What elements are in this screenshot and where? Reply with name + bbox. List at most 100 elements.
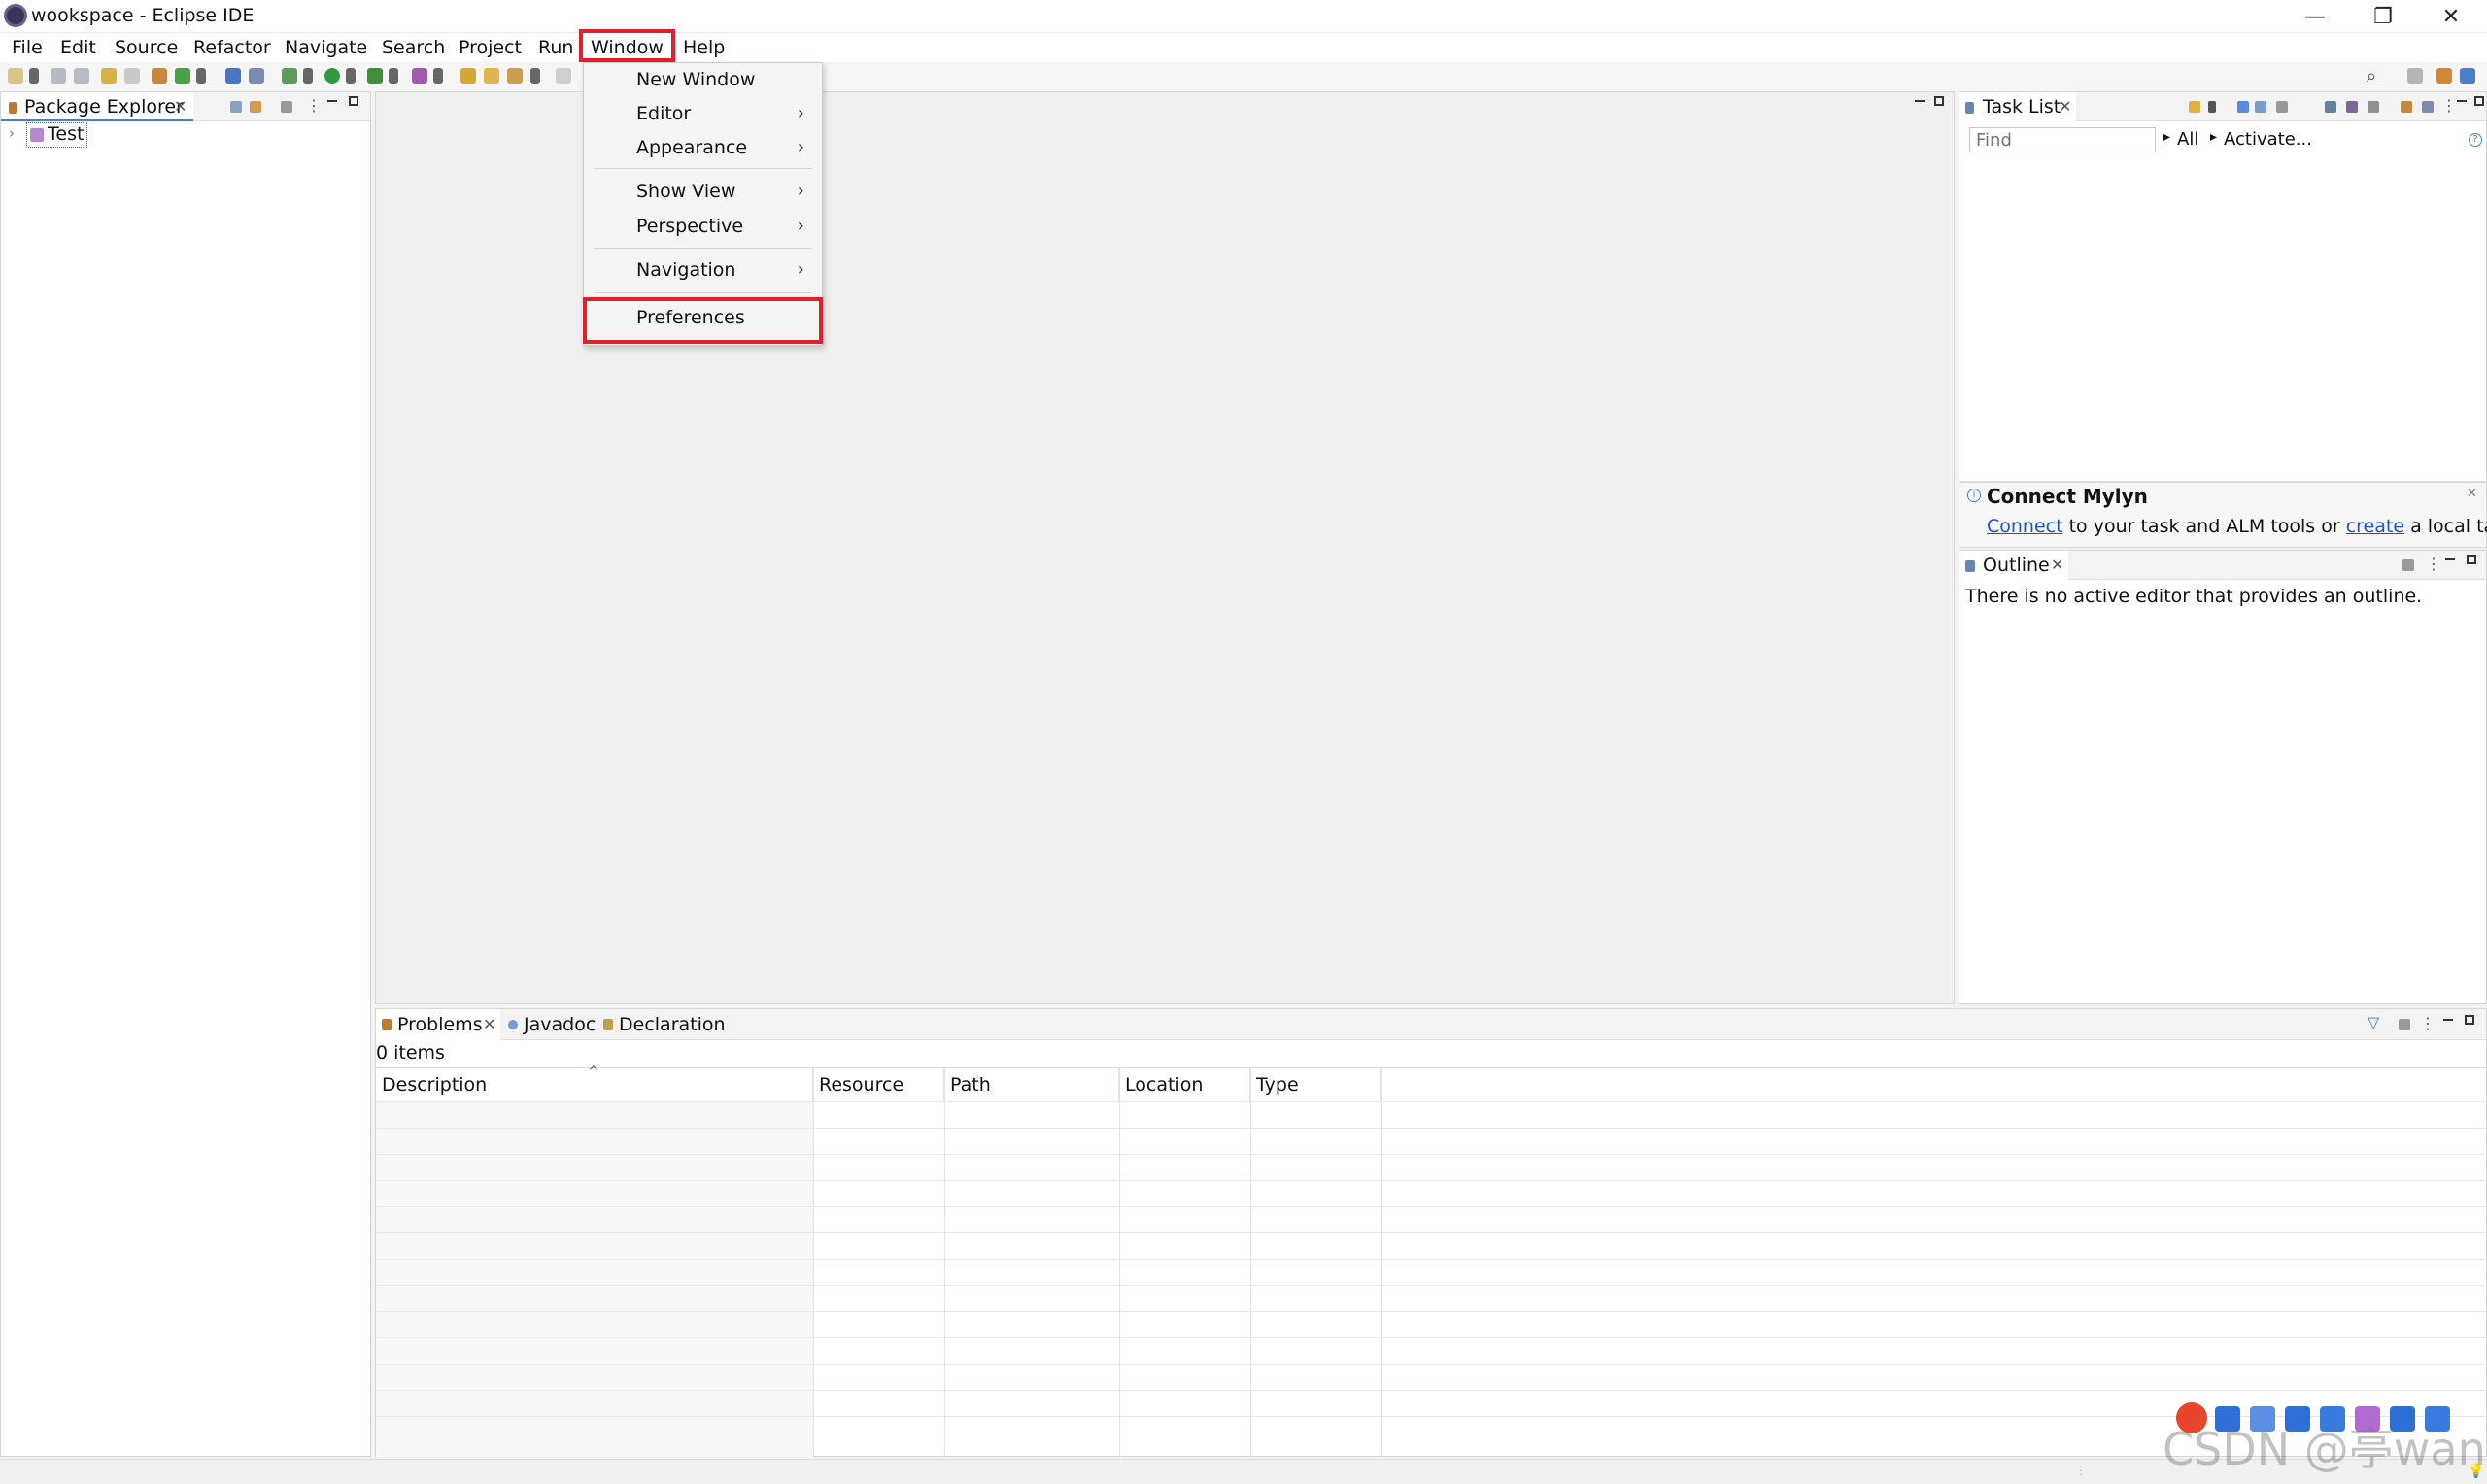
- minimize-icon[interactable]: [2457, 100, 2467, 102]
- open-task-icon[interactable]: [484, 68, 499, 84]
- sync-icon[interactable]: [2401, 101, 2412, 113]
- close-icon[interactable]: ✕: [174, 97, 187, 116]
- undo-icon[interactable]: [101, 68, 117, 84]
- filter-icon[interactable]: ▽: [2368, 1013, 2379, 1031]
- task-find-input[interactable]: [1969, 127, 2156, 152]
- external-tools-dropdown-icon[interactable]: [433, 68, 443, 84]
- close-window-button[interactable]: ✕: [2417, 0, 2485, 33]
- categorized-icon[interactable]: [2237, 101, 2249, 113]
- dismiss-icon[interactable]: ✕: [2467, 487, 2477, 501]
- new-package-icon[interactable]: [175, 68, 190, 84]
- minimize-icon[interactable]: [327, 100, 337, 102]
- column-header-type[interactable]: Type: [1250, 1068, 1381, 1101]
- maximize-icon[interactable]: [349, 96, 358, 106]
- filter-icon[interactable]: [2402, 559, 2414, 571]
- create-link[interactable]: create: [2346, 516, 2404, 537]
- filter-icon[interactable]: [281, 101, 292, 113]
- column-header-location[interactable]: Location: [1119, 1068, 1250, 1101]
- editor-maximize-icon[interactable]: [1934, 96, 1944, 106]
- menu-item-navigation[interactable]: Navigation ›: [584, 253, 822, 287]
- maximize-icon[interactable]: [2465, 1015, 2474, 1025]
- open-type-icon[interactable]: [225, 68, 241, 84]
- menu-file[interactable]: File: [6, 33, 49, 62]
- debug-icon[interactable]: [282, 68, 297, 84]
- editor-minimize-icon[interactable]: [1915, 100, 1925, 102]
- tab-declaration[interactable]: Declaration: [603, 1009, 749, 1040]
- new-java-project-icon[interactable]: [152, 68, 167, 84]
- new-dropdown-icon[interactable]: [29, 68, 39, 84]
- menu-item-perspective[interactable]: Perspective ›: [584, 210, 822, 243]
- collapse-all-icon[interactable]: [230, 101, 242, 113]
- activate-link[interactable]: Activate...: [2224, 129, 2312, 150]
- expand-arrow-icon[interactable]: ›: [9, 124, 15, 142]
- new-task-icon[interactable]: [2189, 101, 2200, 113]
- expand-tasks-icon[interactable]: [2368, 101, 2379, 113]
- link-with-editor-icon[interactable]: [250, 101, 261, 113]
- navigate-icon[interactable]: [556, 68, 571, 84]
- focus-icon[interactable]: [2276, 101, 2288, 113]
- run-dropdown-icon[interactable]: [346, 68, 356, 84]
- menu-item-appearance[interactable]: Appearance ›: [584, 131, 822, 164]
- menu-navigate[interactable]: Navigate: [279, 33, 373, 62]
- activate-dropdown-icon[interactable]: ▸: [2210, 129, 2217, 145]
- menu-run[interactable]: Run: [532, 33, 579, 62]
- menu-item-editor[interactable]: Editor ›: [584, 97, 822, 130]
- annotation-dropdown-icon[interactable]: [530, 68, 540, 84]
- run-icon[interactable]: [324, 68, 340, 84]
- all-dropdown-icon[interactable]: ▸: [2163, 129, 2170, 145]
- menu-help[interactable]: Help: [677, 33, 731, 62]
- minimize-icon[interactable]: [2443, 1019, 2453, 1021]
- save-all-icon[interactable]: [74, 68, 89, 84]
- debug-dropdown-icon[interactable]: [303, 68, 313, 84]
- restore-button[interactable]: ❐: [2349, 0, 2417, 33]
- coverage-dropdown-icon[interactable]: [389, 68, 398, 84]
- annotation-icon[interactable]: [507, 68, 523, 84]
- sync-icon[interactable]: [2399, 1019, 2410, 1030]
- search-icon[interactable]: ⌕: [2367, 66, 2376, 86]
- external-tools-icon[interactable]: [412, 68, 427, 84]
- tab-problems[interactable]: Problems ✕: [376, 1009, 500, 1040]
- menu-edit[interactable]: Edit: [54, 33, 102, 62]
- minimize-button[interactable]: —: [2281, 0, 2349, 33]
- menu-item-new-window[interactable]: New Window: [584, 63, 822, 96]
- view-menu-icon[interactable]: ⋮: [2420, 1014, 2436, 1032]
- hide-completed-icon[interactable]: [2325, 101, 2336, 113]
- redo-icon[interactable]: [124, 68, 140, 84]
- menu-item-show-view[interactable]: Show View ›: [584, 175, 822, 208]
- menu-project[interactable]: Project: [453, 33, 528, 62]
- new-task-dropdown-icon[interactable]: [2208, 101, 2216, 113]
- collapse-tasks-icon[interactable]: [2346, 101, 2358, 113]
- view-menu-icon[interactable]: ⋮: [2441, 96, 2457, 115]
- tab-package-explorer[interactable]: Package Explorer ✕: [1, 92, 193, 121]
- tab-outline[interactable]: Outline ✕: [1959, 551, 2068, 580]
- java-ee-perspective-icon[interactable]: [2436, 68, 2452, 84]
- help-icon[interactable]: ?: [2469, 133, 2482, 147]
- menu-source[interactable]: Source: [109, 33, 184, 62]
- scheduled-icon[interactable]: [2255, 101, 2266, 113]
- view-menu-icon[interactable]: ⋮: [306, 96, 322, 115]
- minimize-icon[interactable]: [2445, 558, 2455, 560]
- new-icon[interactable]: [8, 68, 23, 84]
- column-header-path[interactable]: Path: [944, 1068, 1119, 1101]
- tab-task-list[interactable]: Task List ✕: [1959, 92, 2076, 121]
- view-menu-icon[interactable]: ⋮: [2426, 555, 2441, 573]
- menu-refactor[interactable]: Refactor: [187, 33, 277, 62]
- close-icon[interactable]: ✕: [483, 1015, 495, 1033]
- coverage-icon[interactable]: [367, 68, 383, 84]
- open-folder-icon[interactable]: [460, 68, 476, 84]
- open-perspective-icon[interactable]: [2407, 68, 2423, 84]
- column-header-resource[interactable]: Resource: [813, 1068, 944, 1101]
- maximize-icon[interactable]: [2467, 555, 2476, 564]
- package-dropdown-icon[interactable]: [196, 68, 206, 84]
- close-icon[interactable]: ✕: [2059, 97, 2071, 116]
- close-icon[interactable]: ✕: [2051, 556, 2063, 574]
- tree-item-test[interactable]: Test: [26, 122, 88, 148]
- task-options-icon[interactable]: [2422, 101, 2434, 113]
- tab-javadoc[interactable]: Javadoc: [508, 1009, 611, 1040]
- java-perspective-icon[interactable]: [2460, 68, 2475, 84]
- menu-search[interactable]: Search: [376, 33, 451, 62]
- maximize-icon[interactable]: [2474, 96, 2484, 106]
- search-toolbar-icon[interactable]: [249, 68, 264, 84]
- connect-link[interactable]: Connect: [1987, 516, 2063, 537]
- menu-window[interactable]: Window: [579, 29, 675, 62]
